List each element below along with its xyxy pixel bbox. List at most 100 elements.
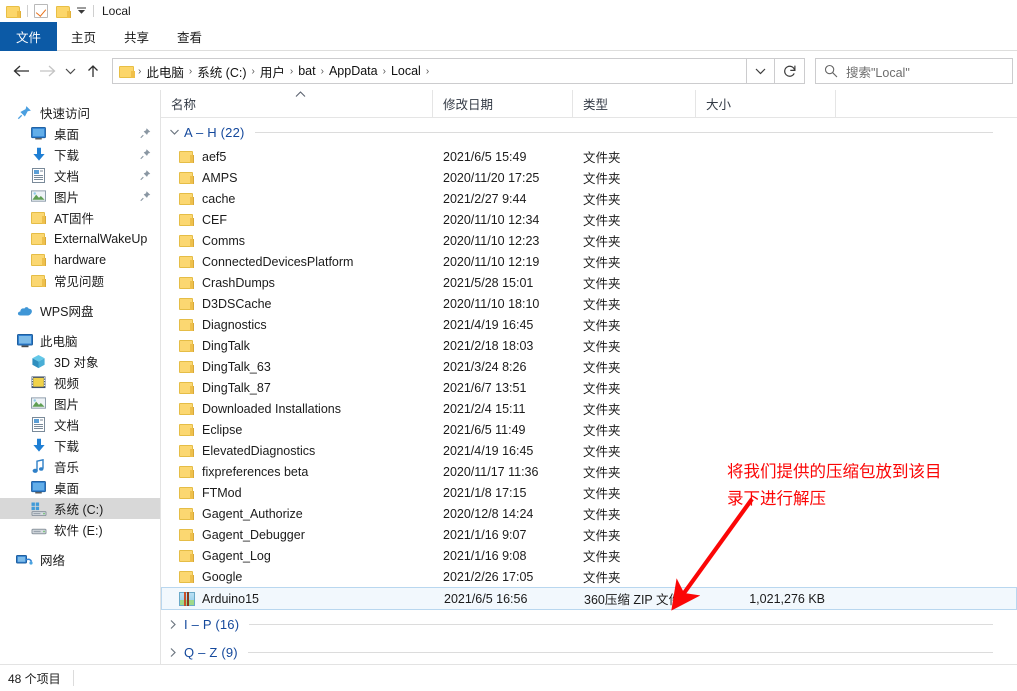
search-box[interactable]: 搜索"Local" [815, 58, 1013, 84]
pin-icon[interactable] [140, 169, 151, 181]
sort-ascending-icon [295, 90, 306, 98]
up-button[interactable] [80, 58, 106, 84]
cell-date-modified: 2021/6/5 16:56 [444, 591, 528, 606]
sidebar-item-wps-cloud[interactable]: WPS网盘 [0, 300, 160, 321]
breadcrumb-this-pc[interactable]: 此电脑 [142, 62, 188, 81]
sidebar-label: 文档 [54, 419, 80, 433]
forward-button[interactable] [34, 58, 60, 84]
sidebar-item-music[interactable]: 音乐 [0, 456, 160, 477]
file-list-pane: 名称 修改日期 类型 大小 A – H (22) aef5 2021/6/5 1… [161, 90, 1017, 664]
table-row[interactable]: aef5 2021/6/5 15:49 文件夹 [161, 146, 1017, 167]
column-header-size[interactable]: 大小 [696, 90, 836, 118]
table-row[interactable]: AMPS 2020/11/20 17:25 文件夹 [161, 167, 1017, 188]
sidebar-item-videos[interactable]: 视频 [0, 372, 160, 393]
sidebar-item-software-e[interactable]: 软件 (E:) [0, 519, 160, 540]
table-row[interactable]: cache 2021/2/27 9:44 文件夹 [161, 188, 1017, 209]
table-row[interactable]: Gagent_Debugger 2021/1/16 9:07 文件夹 [161, 524, 1017, 545]
table-row[interactable]: Diagnostics 2021/4/19 16:45 文件夹 [161, 314, 1017, 335]
pin-icon[interactable] [140, 190, 151, 202]
column-label: 名称 [171, 98, 197, 112]
table-row[interactable]: Downloaded Installations 2021/2/4 15:11 文件… [161, 398, 1017, 419]
chevron-right-icon[interactable] [169, 647, 183, 658]
table-row[interactable]: DingTalk_63 2021/3/24 8:26 文件夹 [161, 356, 1017, 377]
tab-view[interactable]: 查看 [163, 22, 216, 51]
cell-type: 文件夹 [583, 445, 621, 459]
table-row[interactable]: Gagent_Log 2021/1/16 9:08 文件夹 [161, 545, 1017, 566]
chevron-right-icon[interactable] [169, 619, 183, 630]
sidebar-item-pictures-pc[interactable]: 图片 [0, 393, 160, 414]
sidebar-item-documents[interactable]: 文档 [0, 165, 160, 186]
this-pc-icon [16, 333, 33, 349]
sidebar-item-downloads-pc[interactable]: 下载 [0, 435, 160, 456]
column-header-type[interactable]: 类型 [573, 90, 696, 118]
sidebar-label: 3D 对象 [54, 356, 99, 370]
cell-type: 文件夹 [583, 508, 621, 522]
cell-date-modified: 2020/11/10 12:34 [443, 212, 540, 227]
column-header-name[interactable]: 名称 [161, 90, 433, 118]
pin-icon[interactable] [140, 148, 151, 160]
breadcrumb-system-c[interactable]: 系统 (C:) [193, 62, 250, 81]
file-name-label: Gagent_Debugger [202, 527, 305, 542]
breadcrumb-local[interactable]: Local [387, 64, 425, 78]
table-row[interactable]: DingTalk 2021/2/18 18:03 文件夹 [161, 335, 1017, 356]
tab-file[interactable]: 文件 [0, 22, 58, 51]
sidebar-item-externalwakeup[interactable]: ExternalWakeUp [0, 228, 160, 249]
column-header-date-modified[interactable]: 修改日期 [433, 90, 573, 118]
breadcrumb-separator: › [425, 65, 430, 77]
sidebar-item-3d-objects[interactable]: 3D 对象 [0, 351, 160, 372]
group-header-i-p[interactable]: I – P (16) [161, 610, 1017, 638]
table-row[interactable]: D3DSCache 2020/11/10 18:10 文件夹 [161, 293, 1017, 314]
search-input[interactable]: 搜索"Local" [846, 62, 910, 81]
group-header-a-h[interactable]: A – H (22) [161, 118, 1017, 146]
back-button[interactable] [8, 58, 34, 84]
folder-icon [179, 255, 195, 268]
folder-icon [119, 65, 135, 78]
sidebar-item-desktop[interactable]: 桌面 [0, 123, 160, 144]
sidebar-group-quick-access[interactable]: 快速访问 [0, 102, 160, 123]
sidebar-item-hardware[interactable]: hardware [0, 249, 160, 270]
documents-icon [30, 417, 47, 433]
folder-icon [179, 192, 195, 205]
table-row[interactable]: ConnectedDevicesPlatform 2020/11/10 12:19… [161, 251, 1017, 272]
sidebar-item-desktop-pc[interactable]: 桌面 [0, 477, 160, 498]
customize-dropdown-icon[interactable] [76, 6, 87, 15]
breadcrumb-users[interactable]: 用户 [256, 62, 289, 81]
table-row[interactable]: CEF 2020/11/10 12:34 文件夹 [161, 209, 1017, 230]
cell-name: Eclipse [161, 423, 433, 437]
tab-share[interactable]: 共享 [110, 22, 163, 51]
properties-check-icon[interactable] [34, 4, 48, 18]
tab-home[interactable]: 主页 [57, 22, 110, 51]
breadcrumb-bat[interactable]: bat [294, 64, 319, 78]
file-name-label: DingTalk [202, 338, 250, 353]
sidebar-group-this-pc[interactable]: 此电脑 [0, 330, 160, 351]
sidebar-item-system-c[interactable]: 系统 (C:) [0, 498, 160, 519]
chevron-down-icon[interactable] [169, 128, 183, 136]
breadcrumb-appdata[interactable]: AppData [325, 64, 382, 78]
sidebar-item-documents-pc[interactable]: 文档 [0, 414, 160, 435]
download-icon [30, 438, 47, 454]
table-row[interactable]: Eclipse 2021/6/5 11:49 文件夹 [161, 419, 1017, 440]
sidebar-item-downloads[interactable]: 下载 [0, 144, 160, 165]
sidebar-item-network[interactable]: 网络 [0, 549, 160, 570]
recent-locations-button[interactable] [60, 58, 80, 84]
cell-name: Arduino15 [162, 591, 434, 606]
folder-icon [30, 273, 47, 289]
address-dropdown-button[interactable] [747, 58, 775, 84]
table-row[interactable]: CrashDumps 2021/5/28 15:01 文件夹 [161, 272, 1017, 293]
sidebar-item-pictures[interactable]: 图片 [0, 186, 160, 207]
cell-type: 文件夹 [583, 277, 621, 291]
pin-icon[interactable] [140, 127, 151, 139]
table-row-selected[interactable]: Arduino15 2021/6/5 16:56 360压缩 ZIP 文件 1,021… [161, 587, 1017, 610]
table-row[interactable]: Google 2021/2/26 17:05 文件夹 [161, 566, 1017, 587]
new-folder-icon[interactable] [56, 5, 71, 18]
file-name-label: Arduino15 [202, 591, 259, 606]
cell-type: 文件夹 [583, 256, 621, 270]
sidebar-item-faq[interactable]: 常见问题 [0, 270, 160, 291]
sidebar-item-at-firmware[interactable]: AT固件 [0, 207, 160, 228]
table-row[interactable]: DingTalk_87 2021/6/7 13:51 文件夹 [161, 377, 1017, 398]
address-bar[interactable]: › 此电脑 › 系统 (C:) › 用户 › bat › AppData › L… [112, 58, 747, 84]
refresh-button[interactable] [775, 58, 805, 84]
table-row[interactable]: Comms 2020/11/10 12:23 文件夹 [161, 230, 1017, 251]
group-header-q-z[interactable]: Q – Z (9) [161, 638, 1017, 664]
cell-name: cache [161, 192, 433, 206]
